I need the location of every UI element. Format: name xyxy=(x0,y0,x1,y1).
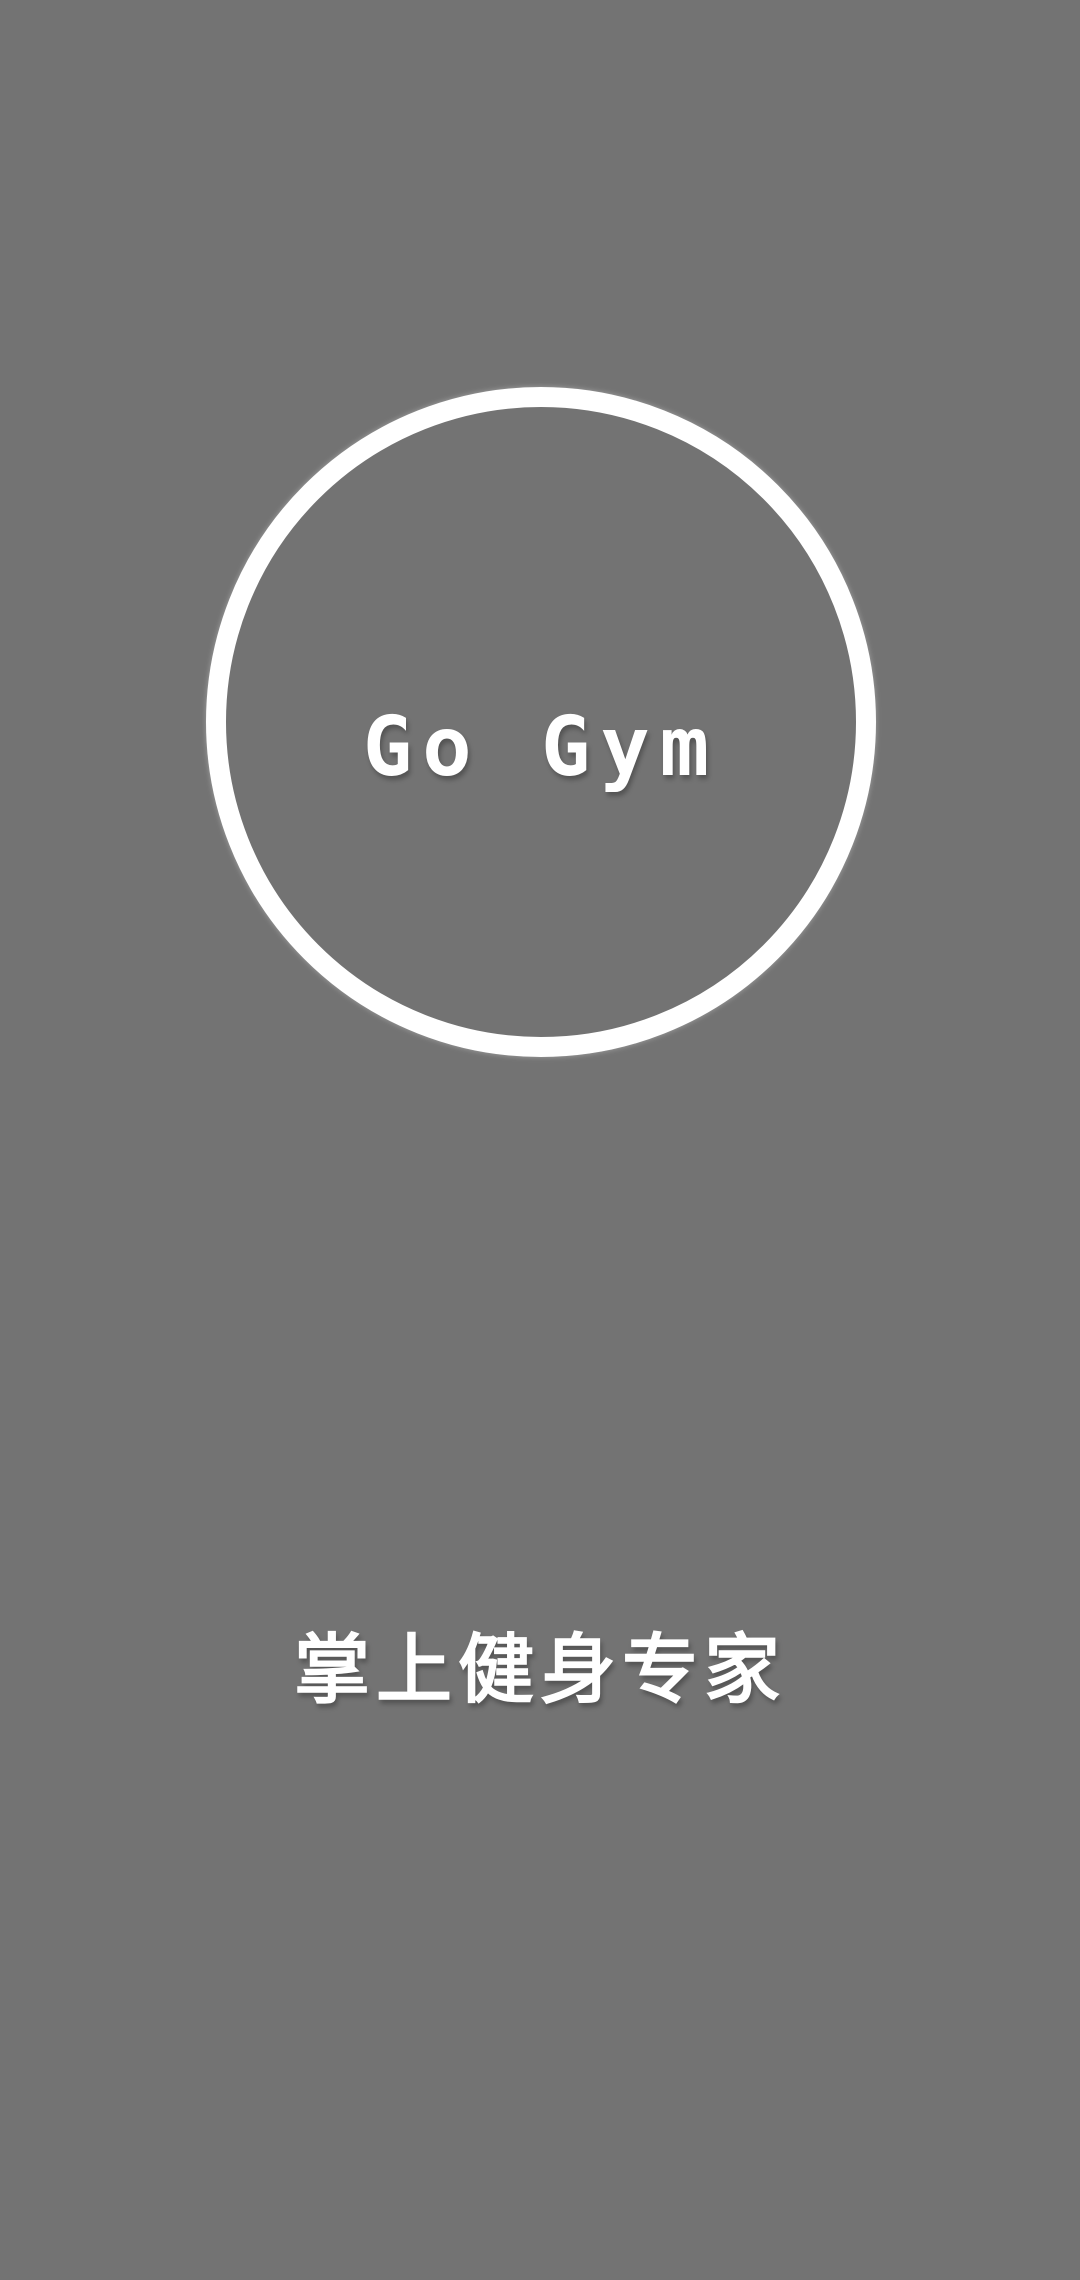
logo-text: Go Gym xyxy=(362,700,720,795)
tagline: 掌上健身专家 xyxy=(294,1625,786,1714)
splash-screen: Go Gym 掌上健身专家 xyxy=(0,0,1080,2280)
logo-ring: Go Gym xyxy=(206,387,876,1057)
